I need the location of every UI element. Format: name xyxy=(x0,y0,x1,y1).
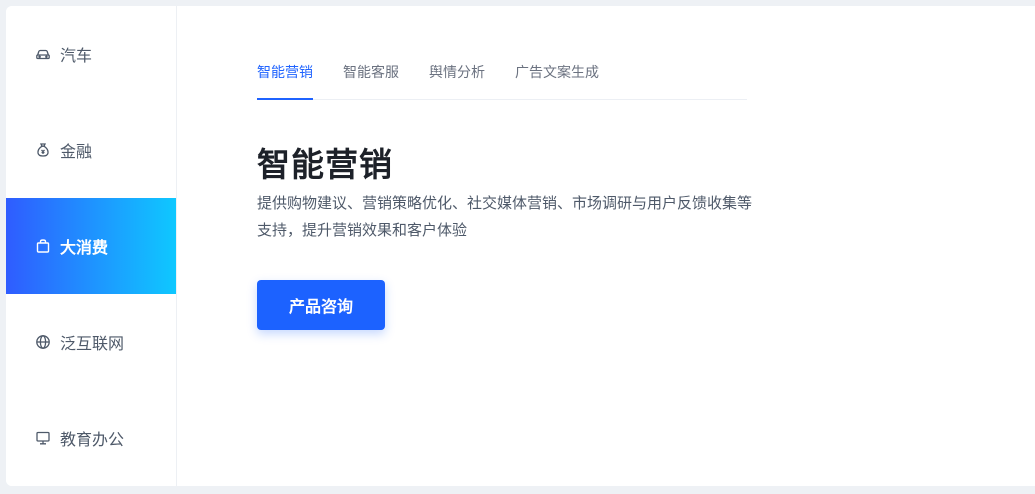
description-line: 提供购物建议、营销策略优化、社交媒体营销、市场调研与用户反馈收集等 xyxy=(257,195,753,212)
solution-content: 智能营销 智能客服 舆情分析 广告文案生成 智能营销 提供购物建议、营销策略优化… xyxy=(177,6,1035,486)
sidebar-item-label: 教育办公 xyxy=(60,432,125,449)
section-title: 智能营销 xyxy=(257,146,393,183)
sidebar-item-label: 大消费 xyxy=(60,240,109,257)
globe-icon xyxy=(35,334,51,350)
sidebar-item-education[interactable]: 教育办公 xyxy=(6,390,176,486)
section-description: 提供购物建议、营销策略优化、社交媒体营销、市场调研与用户反馈收集等 支持，提升营… xyxy=(257,190,797,244)
tab-ad-copy-generation[interactable]: 广告文案生成 xyxy=(515,56,599,99)
industry-sidebar: 汽车 金融 大消费 泛互联网 教育办公 xyxy=(6,6,177,486)
tab-public-opinion-analysis[interactable]: 舆情分析 xyxy=(429,56,485,99)
car-icon xyxy=(35,46,51,62)
shopping-bag-icon xyxy=(35,238,51,254)
industry-solutions-panel: 汽车 金融 大消费 泛互联网 教育办公 智能营销 智能客服 舆情分析 广告文案生… xyxy=(6,6,1035,486)
tab-smart-marketing[interactable]: 智能营销 xyxy=(257,56,313,100)
sidebar-item-internet[interactable]: 泛互联网 xyxy=(6,294,176,390)
tab-smart-customer-service[interactable]: 智能客服 xyxy=(343,56,399,99)
sidebar-item-label: 汽车 xyxy=(60,48,93,65)
scenario-tabs: 智能营销 智能客服 舆情分析 广告文案生成 xyxy=(257,56,747,100)
description-line: 支持，提升营销效果和客户体验 xyxy=(257,222,468,239)
money-bag-icon xyxy=(35,142,51,158)
sidebar-item-label: 泛互联网 xyxy=(60,336,125,353)
product-consult-button[interactable]: 产品咨询 xyxy=(257,280,385,330)
sidebar-item-label: 金融 xyxy=(60,144,93,161)
sidebar-item-finance[interactable]: 金融 xyxy=(6,102,176,198)
sidebar-item-consumer[interactable]: 大消费 xyxy=(6,198,176,294)
monitor-icon xyxy=(35,430,51,446)
sidebar-item-auto[interactable]: 汽车 xyxy=(6,6,176,102)
